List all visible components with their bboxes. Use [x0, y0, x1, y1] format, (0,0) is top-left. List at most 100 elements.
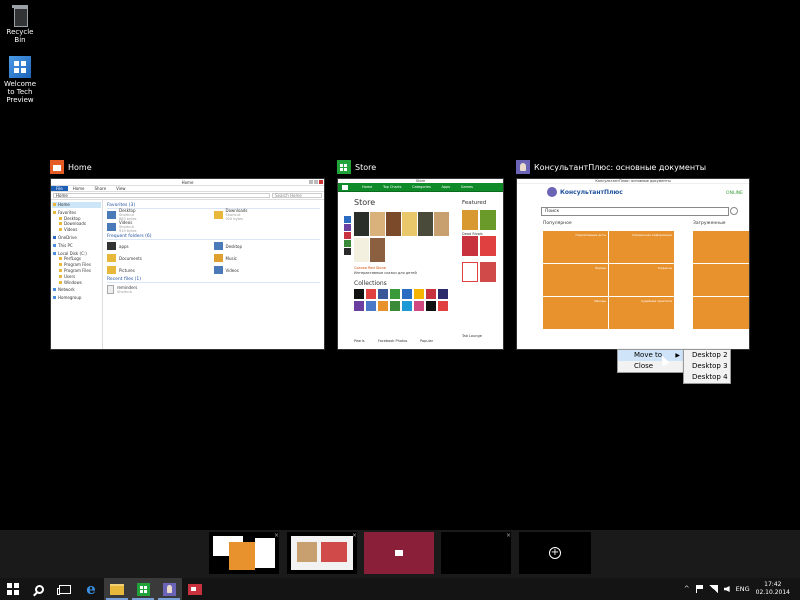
store-tab: Apps [441, 185, 451, 189]
language-indicator[interactable]: ENG [736, 585, 750, 593]
store-header: Store Home Top Charts Categories Apps Ga… [338, 179, 503, 192]
store-side-tiles [344, 216, 352, 256]
network-icon[interactable] [708, 585, 718, 593]
konsultant-tile: Нормативные акты [543, 231, 608, 263]
featured-tiles [462, 210, 500, 288]
store-window-title: Store [338, 179, 503, 183]
featured-tile [480, 210, 496, 230]
address-bar: Home [53, 193, 270, 198]
chevron-up-icon[interactable]: ^ [684, 585, 690, 593]
start-button[interactable] [0, 578, 26, 600]
virtual-desktop-4[interactable]: × [441, 532, 511, 574]
clock[interactable]: 17:42 02.10.2014 [756, 581, 790, 597]
folder-icon [107, 242, 116, 250]
konsultant-header: КонсультантПлюс ONLINE [517, 184, 749, 202]
window-thumbnail-store[interactable]: Store Store Home Top Charts Categories A… [337, 160, 504, 350]
item-name: reminders [117, 284, 138, 290]
window-title-text: КонсультантПлюс: основные документы [534, 162, 707, 172]
store-icon [337, 160, 351, 174]
favorites-grid: Desktop Shortcut 883 bytes Downloads Shortc… [107, 209, 320, 233]
search-icon [34, 584, 44, 594]
menu-item-close[interactable]: Close [618, 361, 684, 372]
hero-tile [354, 212, 369, 236]
window-thumbnail-konsultant[interactable]: КонсультантПлюс: основные документы Конс… [516, 160, 750, 350]
desktop-icon-label: Recycle Bin [6, 28, 34, 44]
nav-item: Home [52, 202, 101, 208]
red-app-button[interactable] [182, 578, 208, 600]
ribbon-tab-home: Home [72, 186, 85, 191]
frequent-item: Videos [213, 264, 321, 276]
store-button[interactable] [130, 578, 156, 600]
new-desktop-button[interactable]: + [519, 532, 591, 574]
collection-tile [438, 301, 448, 311]
app-tile [344, 224, 351, 231]
collection-tile [438, 289, 448, 299]
submenu-item-desktop-2[interactable]: Desktop 2 [684, 350, 730, 361]
search-button[interactable] [26, 578, 52, 600]
collection-tile [354, 301, 364, 311]
featured-tile [480, 236, 496, 256]
window-thumbnail-home[interactable]: Home Home File Home Share View Home Sear… [50, 160, 325, 350]
featured-tile [462, 210, 478, 230]
desktop-icon-recycle-bin[interactable]: Recycle Bin [0, 4, 40, 44]
item-name: Videos [225, 267, 239, 273]
nav-item: OneDrive [52, 235, 101, 241]
store-tab: Home [362, 185, 373, 189]
window-title-text: Home [68, 162, 92, 172]
konsultant-tile: Формы [543, 264, 608, 296]
konsultant-icon [162, 582, 176, 596]
ribbon-tab-share: Share [94, 186, 107, 191]
mini-window [395, 550, 403, 556]
file-explorer-button[interactable] [104, 578, 130, 600]
submenu-item-desktop-3[interactable]: Desktop 3 [684, 361, 730, 372]
downloads-folder-icon [213, 211, 223, 219]
konsultant-button[interactable] [156, 578, 182, 600]
konsultant-preview: КонсультантПлюс: основные документы Конс… [516, 178, 750, 350]
tile-label: Pearls [354, 339, 365, 343]
virtual-desktop-3[interactable]: × [364, 532, 434, 574]
menu-item-move-to[interactable]: Move to ▶ [618, 350, 684, 361]
frequent-item: Pictures [107, 264, 214, 276]
explorer-address-row: Home Search Home [51, 192, 324, 200]
windows-logo-icon [9, 56, 31, 78]
loaded-tiles [693, 231, 749, 329]
item-name: Music [225, 255, 237, 261]
virtual-desktop-1[interactable]: × [209, 532, 279, 574]
file-explorer-icon [50, 160, 64, 174]
featured-label: Tab Lounge [462, 334, 482, 338]
system-tray: ^ ENG 17:42 02.10.2014 [684, 578, 800, 600]
task-view-button[interactable] [52, 578, 78, 600]
internet-explorer-button[interactable]: e [78, 578, 104, 600]
submenu-item-desktop-4[interactable]: Desktop 4 [684, 372, 730, 383]
folder-icon [213, 254, 223, 262]
desktop-icon-welcome[interactable]: Welcome to Tech Preview [0, 56, 40, 104]
window-title-home: Home [50, 160, 92, 174]
konsultant-tile [693, 297, 749, 329]
tile-label: Popular [420, 339, 434, 343]
folder-icon [213, 242, 223, 250]
folder-icon [213, 266, 223, 274]
move-to-submenu: Desktop 2 Desktop 3 Desktop 4 [683, 349, 731, 384]
featured-heading: Featured [462, 200, 487, 206]
store-tabs: Home Top Charts Categories Apps Games [362, 185, 473, 189]
nav-item: Homegroup [52, 295, 101, 301]
videos-folder-icon [107, 223, 116, 231]
volume-icon[interactable] [723, 586, 730, 592]
window-buttons [309, 180, 323, 184]
collection-tile [378, 289, 388, 299]
explorer-window-title: Home [181, 180, 194, 185]
item-size: 920 bytes [225, 217, 243, 221]
store-caption: Сказки Red Stone Интерактивные сказки дл… [354, 266, 454, 275]
frequent-item: apps [107, 240, 214, 252]
close-icon[interactable]: × [506, 532, 511, 539]
store-logo-icon [342, 185, 348, 190]
explorer-preview: Home File Home Share View Home Search Ho… [50, 178, 325, 350]
action-center-flag-icon[interactable] [695, 585, 703, 593]
ribbon-tab-view: View [116, 186, 126, 191]
virtual-desktop-2[interactable]: × [287, 532, 357, 574]
konsultant-icon [516, 160, 530, 174]
virtual-desktops-bar: × × × × + [0, 530, 800, 578]
collection-tile [390, 289, 400, 299]
hero-tile [370, 212, 385, 236]
search-box: Search Home [272, 193, 322, 198]
